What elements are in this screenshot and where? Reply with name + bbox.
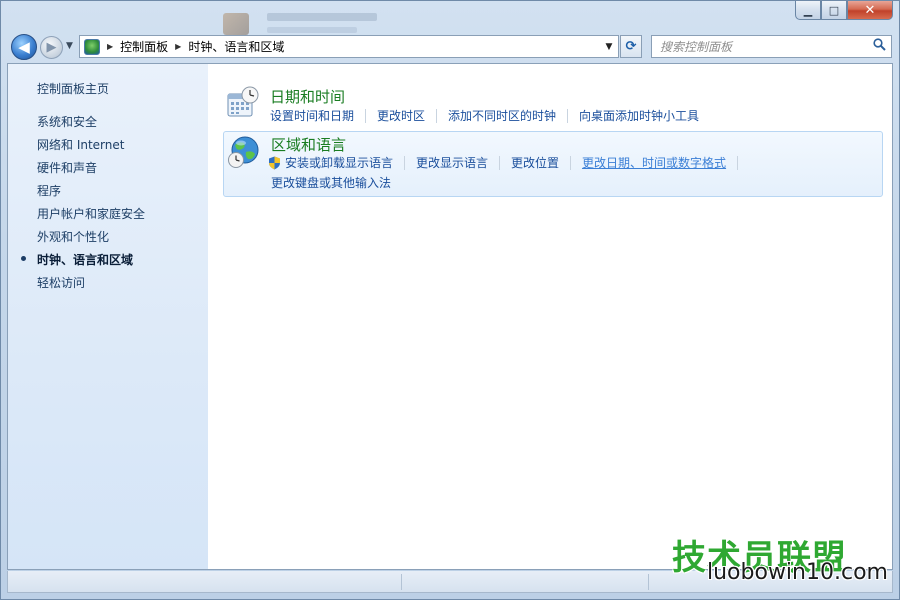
sidebar-item-network[interactable]: 网络和 Internet: [37, 136, 124, 153]
address-bar[interactable]: ▶ 控制面板 ▶ 时钟、语言和区域 ▼: [79, 35, 619, 58]
breadcrumb-clock-language-region[interactable]: 时钟、语言和区域: [188, 38, 284, 55]
uac-shield-icon: [269, 156, 280, 169]
main-content: 日期和时间 设置时间和日期 更改时区 添加不同时区的时钟 向桌面添加时钟小工具: [208, 64, 892, 569]
watermark-en: luobowin10.com: [707, 560, 888, 585]
link-change-location[interactable]: 更改位置: [511, 154, 559, 171]
link-divider: [567, 108, 569, 123]
category-date-time: 日期和时间 设置时间和日期 更改时区 添加不同时区的时钟 向桌面添加时钟小工具: [223, 82, 883, 126]
link-install-uninstall-display-language[interactable]: 安装或卸载显示语言: [285, 154, 393, 171]
sidebar-item-ease-of-access[interactable]: 轻松访问: [37, 274, 85, 291]
sidebar: 控制面板主页 系统和安全 网络和 Internet 硬件和声音 程序 用户帐户和…: [8, 64, 208, 569]
link-divider: [365, 108, 367, 123]
link-change-keyboards-input[interactable]: 更改键盘或其他输入法: [271, 174, 391, 191]
forward-arrow-icon: ▶: [46, 40, 57, 55]
link-divider: [570, 155, 572, 170]
calendar-clock-icon[interactable]: [227, 86, 259, 118]
region-language-links-row2: 更改键盘或其他输入法: [271, 174, 391, 191]
link-add-clocks[interactable]: 添加不同时区的时钟: [448, 107, 556, 124]
link-change-time-zone[interactable]: 更改时区: [377, 107, 425, 124]
sidebar-item-hardware-sound[interactable]: 硬件和声音: [37, 159, 97, 176]
region-language-links-row1: 安装或卸载显示语言 更改显示语言 更改位置 更改日期、时间或数字格式: [268, 154, 749, 171]
link-divider: [436, 108, 438, 123]
globe-clock-icon[interactable]: [227, 135, 261, 169]
address-dropdown-icon[interactable]: ▼: [600, 36, 618, 57]
link-divider: [737, 155, 739, 170]
category-region-language: 区域和语言 安装或卸载显示语言 更改显示语言 更改位置 更改日期、时间或数字格式…: [223, 131, 883, 197]
refresh-icon: ⟳: [625, 39, 637, 54]
sidebar-item-appearance[interactable]: 外观和个性化: [37, 228, 109, 245]
link-divider: [404, 155, 406, 170]
control-panel-icon: [84, 38, 100, 55]
back-button[interactable]: ◀: [11, 34, 37, 60]
link-divider: [499, 155, 501, 170]
recent-pages-dropdown[interactable]: ▼: [66, 41, 73, 51]
link-change-display-language[interactable]: 更改显示语言: [416, 154, 488, 171]
caption-buttons: ▁ □ ✕: [795, 1, 893, 20]
sidebar-item-clock-language-region[interactable]: 时钟、语言和区域: [37, 251, 133, 268]
category-title-date-time[interactable]: 日期和时间: [270, 86, 345, 107]
search-input[interactable]: 搜索控制面板: [660, 38, 732, 55]
link-change-date-time-number-format[interactable]: 更改日期、时间或数字格式: [582, 154, 726, 171]
status-divider: [648, 574, 649, 590]
refresh-button[interactable]: ⟳: [620, 35, 642, 58]
active-bullet-icon: [21, 256, 26, 261]
sidebar-item-user-accounts[interactable]: 用户帐户和家庭安全: [37, 205, 145, 222]
link-set-time-date[interactable]: 设置时间和日期: [270, 107, 354, 124]
link-add-clock-gadget[interactable]: 向桌面添加时钟小工具: [579, 107, 699, 124]
sidebar-item-home[interactable]: 控制面板主页: [37, 80, 109, 97]
sidebar-item-system-security[interactable]: 系统和安全: [37, 113, 97, 130]
minimize-button[interactable]: ▁: [795, 1, 821, 20]
breadcrumb-separator-icon[interactable]: ▶: [107, 42, 113, 51]
search-box[interactable]: 搜索控制面板: [651, 35, 892, 58]
maximize-button[interactable]: □: [821, 1, 847, 20]
client-area: 控制面板主页 系统和安全 网络和 Internet 硬件和声音 程序 用户帐户和…: [7, 63, 893, 570]
search-icon[interactable]: [873, 38, 886, 55]
close-button[interactable]: ✕: [847, 1, 893, 20]
date-time-links: 设置时间和日期 更改时区 添加不同时区的时钟 向桌面添加时钟小工具: [270, 107, 699, 124]
back-arrow-icon: ◀: [18, 38, 30, 56]
sidebar-item-programs[interactable]: 程序: [37, 182, 61, 199]
category-title-region-language[interactable]: 区域和语言: [271, 134, 346, 155]
breadcrumb-separator-icon[interactable]: ▶: [175, 42, 181, 51]
forward-button[interactable]: ▶: [40, 36, 63, 59]
breadcrumb-control-panel[interactable]: 控制面板: [120, 38, 168, 55]
status-divider: [401, 574, 402, 590]
